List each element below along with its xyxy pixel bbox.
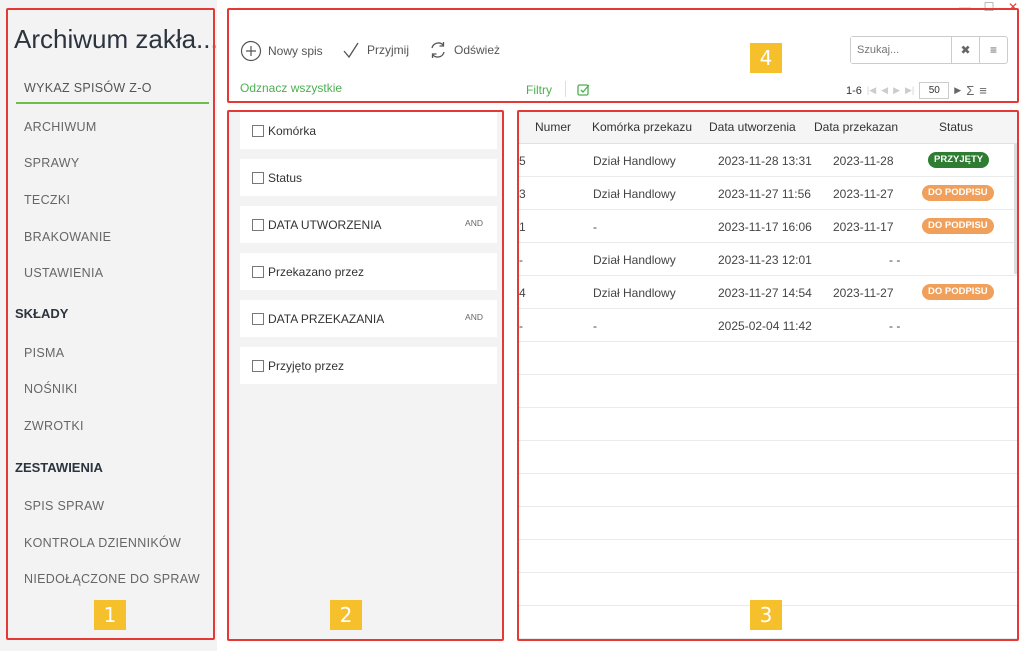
callout-frame-1 [6, 8, 215, 640]
callout-frame-4 [227, 8, 1019, 103]
callout-badge-2: 2 [330, 600, 362, 630]
callout-badge-3: 3 [750, 600, 782, 630]
callout-badge-1: 1 [94, 600, 126, 630]
callout-frame-3 [517, 110, 1019, 641]
callout-badge-4: 4 [750, 43, 782, 73]
callout-frame-2 [227, 110, 504, 641]
